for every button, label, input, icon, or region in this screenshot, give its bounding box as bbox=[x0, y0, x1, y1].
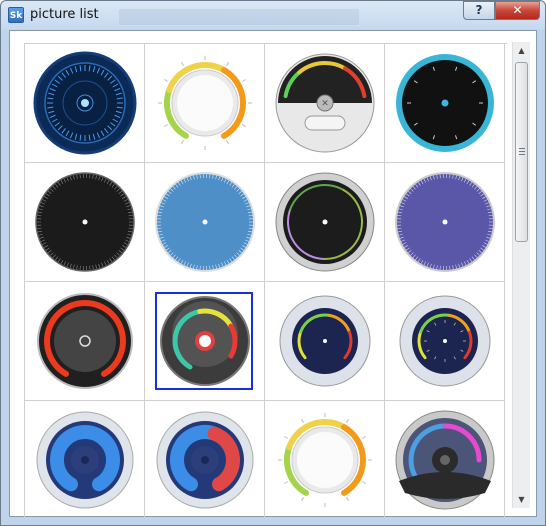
title-bar[interactable]: Sk picture list ? ✕ bbox=[1, 1, 545, 29]
gauge-thumbnail[interactable] bbox=[385, 163, 505, 282]
gauge-thumbnail[interactable]: ✕ bbox=[265, 44, 385, 163]
gauge-thumbnail[interactable] bbox=[265, 282, 385, 401]
vertical-scrollbar[interactable]: ▲ ▼ bbox=[512, 42, 530, 508]
gauge-image bbox=[275, 172, 375, 272]
gauge-image bbox=[158, 56, 252, 150]
gauge-image bbox=[155, 172, 255, 272]
gauge-thumbnail[interactable] bbox=[145, 44, 265, 163]
close-button[interactable]: ✕ bbox=[495, 1, 540, 20]
app-icon: Sk bbox=[8, 7, 24, 23]
gauge-thumbnail[interactable] bbox=[265, 401, 385, 518]
help-button[interactable]: ? bbox=[463, 1, 495, 20]
svg-text:✕: ✕ bbox=[321, 99, 329, 109]
window-title: picture list bbox=[30, 7, 99, 22]
scroll-down-arrow[interactable]: ▼ bbox=[513, 491, 530, 508]
background-window-tabs bbox=[119, 9, 359, 25]
gauge-image: ✕ bbox=[275, 53, 375, 153]
scroll-up-arrow[interactable]: ▲ bbox=[513, 42, 530, 59]
gauge-image bbox=[396, 54, 494, 152]
gauge-image bbox=[37, 293, 133, 389]
gauge-thumbnail[interactable] bbox=[265, 163, 385, 282]
gauge-image bbox=[35, 172, 135, 272]
gauge-image bbox=[395, 172, 495, 272]
gauge-thumbnail[interactable] bbox=[385, 44, 505, 163]
gauge-thumbnail[interactable] bbox=[145, 282, 265, 401]
gauge-image bbox=[278, 413, 372, 507]
selection-highlight bbox=[155, 292, 253, 390]
gauge-image bbox=[395, 410, 495, 510]
gauge-image bbox=[36, 411, 134, 509]
picture-list-panel: ✕ ▲ ▼ bbox=[9, 30, 537, 518]
picture-list-window: Sk picture list ? ✕ ✕ ▲ ▼ bbox=[0, 0, 546, 526]
gauge-image bbox=[399, 295, 491, 387]
grip-icon bbox=[519, 148, 525, 156]
gauge-thumbnail[interactable] bbox=[25, 401, 145, 518]
gauge-thumbnail[interactable] bbox=[25, 44, 145, 163]
gauge-thumbnail[interactable] bbox=[385, 401, 505, 518]
gauge-thumbnail[interactable] bbox=[25, 282, 145, 401]
scroll-thumb[interactable] bbox=[515, 62, 528, 242]
gauge-image bbox=[33, 51, 137, 155]
gauge-thumbnail[interactable] bbox=[145, 401, 265, 518]
gauge-thumbnail[interactable] bbox=[25, 163, 145, 282]
gauge-image bbox=[156, 411, 254, 509]
gauge-thumbnail[interactable] bbox=[145, 163, 265, 282]
gauge-thumbnail[interactable] bbox=[385, 282, 505, 401]
gauge-thumbnail-grid: ✕ bbox=[24, 43, 507, 518]
gauge-image bbox=[279, 295, 371, 387]
